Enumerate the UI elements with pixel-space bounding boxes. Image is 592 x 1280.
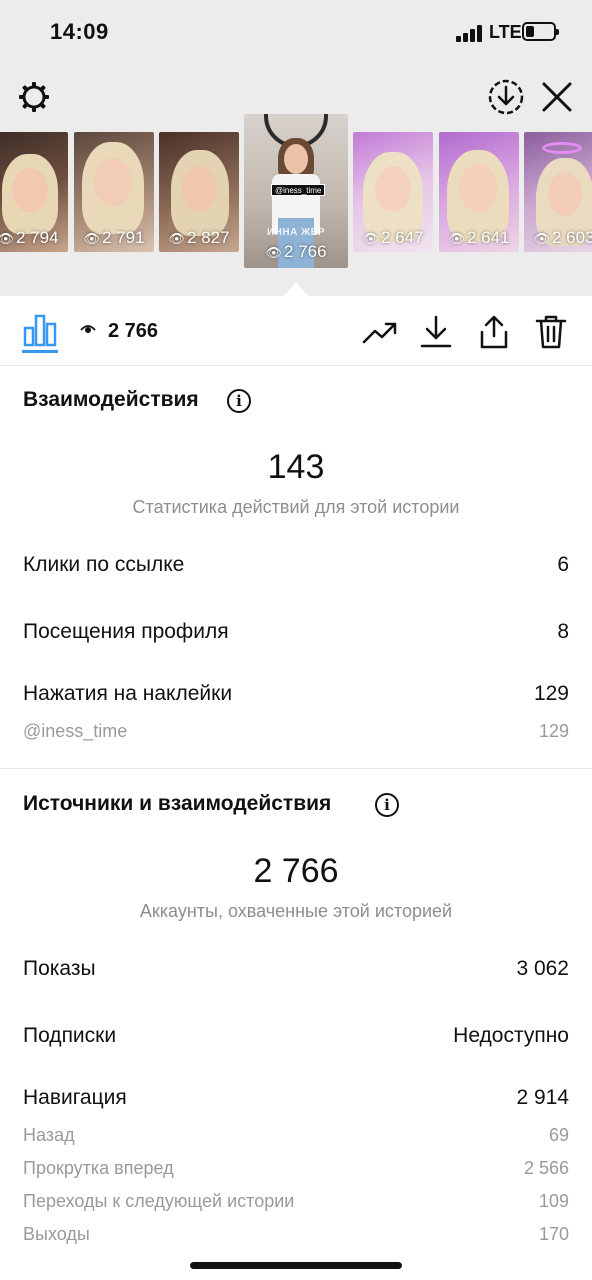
interactions-subtitle: Статистика действий для этой истории — [132, 497, 460, 517]
stat-label: Клики по ссылке — [23, 553, 185, 576]
interactions-total: 143 — [267, 448, 325, 486]
story-view-count: 👁 2 641 — [448, 228, 510, 247]
stat-subrow: Назад 69 — [23, 1125, 569, 1149]
stat-value: 3 062 — [516, 957, 569, 980]
story-view-count: 👁 2 827 — [168, 228, 230, 247]
eye-icon — [80, 325, 96, 333]
delete-button[interactable] — [533, 314, 569, 350]
share-button[interactable] — [476, 314, 512, 350]
close-button[interactable] — [540, 80, 574, 114]
stat-row: Показы 3 062 — [23, 957, 569, 985]
share-icon — [480, 315, 508, 349]
info-icon[interactable]: i — [375, 793, 399, 817]
network-label: LTE — [489, 22, 522, 42]
stat-subrow: Прокрутка вперед 2 566 — [23, 1158, 569, 1182]
promote-button[interactable] — [362, 314, 398, 350]
story-view-count: 👁 2 794 — [0, 228, 59, 247]
interactions-title: Взаимодействия — [23, 388, 199, 411]
signal-icon — [456, 24, 484, 42]
stat-label: Навигация — [23, 1086, 127, 1109]
story-author-name: ИННА ЖЕР — [266, 227, 325, 238]
story-thumbnail[interactable]: 👁 2 791 — [74, 132, 154, 252]
stat-value: 2 914 — [516, 1086, 569, 1109]
discovery-total: 2 766 — [253, 852, 339, 890]
stat-subvalue: 109 — [538, 1191, 569, 1211]
stat-subvalue: 129 — [538, 721, 569, 741]
story-thumbnail[interactable]: 👁 2 641 — [439, 132, 519, 252]
stat-subrow: Выходы 170 — [23, 1224, 569, 1248]
battery-icon — [522, 22, 559, 41]
story-thumbnail[interactable]: 👁 2 827 — [159, 132, 239, 252]
story-thumbnail[interactable]: 👁 2 647 — [353, 132, 433, 252]
story-strip: 👁 2 794 👁 2 791 👁 2 827 @iness_time ИННА ЖЕ… — [0, 114, 592, 274]
close-icon — [542, 82, 572, 112]
top-area: 14:09 LTE 👁 2 794 👁 2 791 👁 2 827 @iness… — [0, 0, 592, 296]
stat-subrow: @iness_time 129 — [23, 721, 569, 745]
story-view-count: 👁 2 647 — [362, 228, 424, 247]
section-divider — [0, 768, 592, 769]
stat-sublabel: @iness_time — [23, 721, 128, 741]
stat-subvalue: 2 566 — [523, 1158, 569, 1178]
stat-row: Навигация 2 914 — [23, 1086, 569, 1114]
stat-row: Подписки Недоступно — [23, 1024, 569, 1052]
discovery-subtitle: Аккаунты, охваченные этой историей — [139, 901, 453, 921]
stat-subvalue: 170 — [538, 1224, 569, 1244]
stat-row: Нажатия на наклейки 129 — [23, 682, 569, 710]
story-thumbnail-selected[interactable]: @iness_time ИННА ЖЕР 👁 2 766 — [244, 114, 348, 268]
story-mention-tag: @iness_time — [271, 184, 326, 196]
trend-icon — [362, 322, 397, 344]
settings-button[interactable] — [16, 79, 52, 115]
stat-sublabel: Переходы к следующей истории — [23, 1191, 295, 1211]
discovery-title: Источники и взаимодействия — [23, 792, 332, 815]
status-time: 14:09 — [50, 19, 109, 44]
selected-story-pointer — [284, 282, 308, 296]
download-icon — [420, 315, 452, 348]
stat-value: Недоступно — [453, 1024, 569, 1047]
story-thumbnail[interactable]: 👁 2 794 — [0, 132, 68, 252]
stat-value: 8 — [557, 620, 569, 643]
stat-row: Посещения профиля 8 — [23, 620, 569, 648]
stat-sublabel: Назад — [23, 1125, 75, 1145]
save-story-button[interactable] — [487, 78, 525, 116]
story-view-count: 👁 2 603 — [533, 228, 592, 247]
stat-label: Подписки — [23, 1024, 117, 1047]
stat-label: Нажатия на наклейки — [23, 682, 233, 705]
trash-icon — [535, 315, 567, 349]
download-button[interactable] — [418, 314, 454, 350]
stat-sublabel: Выходы — [23, 1224, 90, 1244]
stat-sublabel: Прокрутка вперед — [23, 1158, 174, 1178]
gear-icon — [19, 82, 49, 112]
download-circle-icon — [488, 79, 524, 115]
stat-label: Показы — [23, 957, 96, 980]
insights-tab[interactable] — [22, 312, 58, 348]
stat-subvalue: 69 — [548, 1125, 569, 1145]
info-icon[interactable]: i — [227, 389, 251, 413]
home-indicator — [190, 1262, 402, 1269]
insights-toolbar: 2 766 — [0, 296, 592, 366]
stat-value: 6 — [557, 553, 569, 576]
stat-subrow: Переходы к следующей истории 109 — [23, 1191, 569, 1215]
stat-value: 129 — [533, 682, 569, 705]
story-view-count: 👁 2 791 — [83, 228, 145, 247]
bar-chart-icon — [23, 314, 57, 347]
stat-row: Клики по ссылке 6 — [23, 553, 569, 581]
story-thumbnail[interactable]: 👁 2 603 — [524, 132, 592, 252]
status-bar: 14:09 LTE — [0, 0, 592, 66]
active-tab-indicator — [22, 350, 58, 353]
stat-label: Посещения профиля — [23, 620, 229, 643]
story-views-count: 2 766 — [108, 320, 159, 342]
story-view-count: 👁 2 766 — [265, 242, 327, 261]
